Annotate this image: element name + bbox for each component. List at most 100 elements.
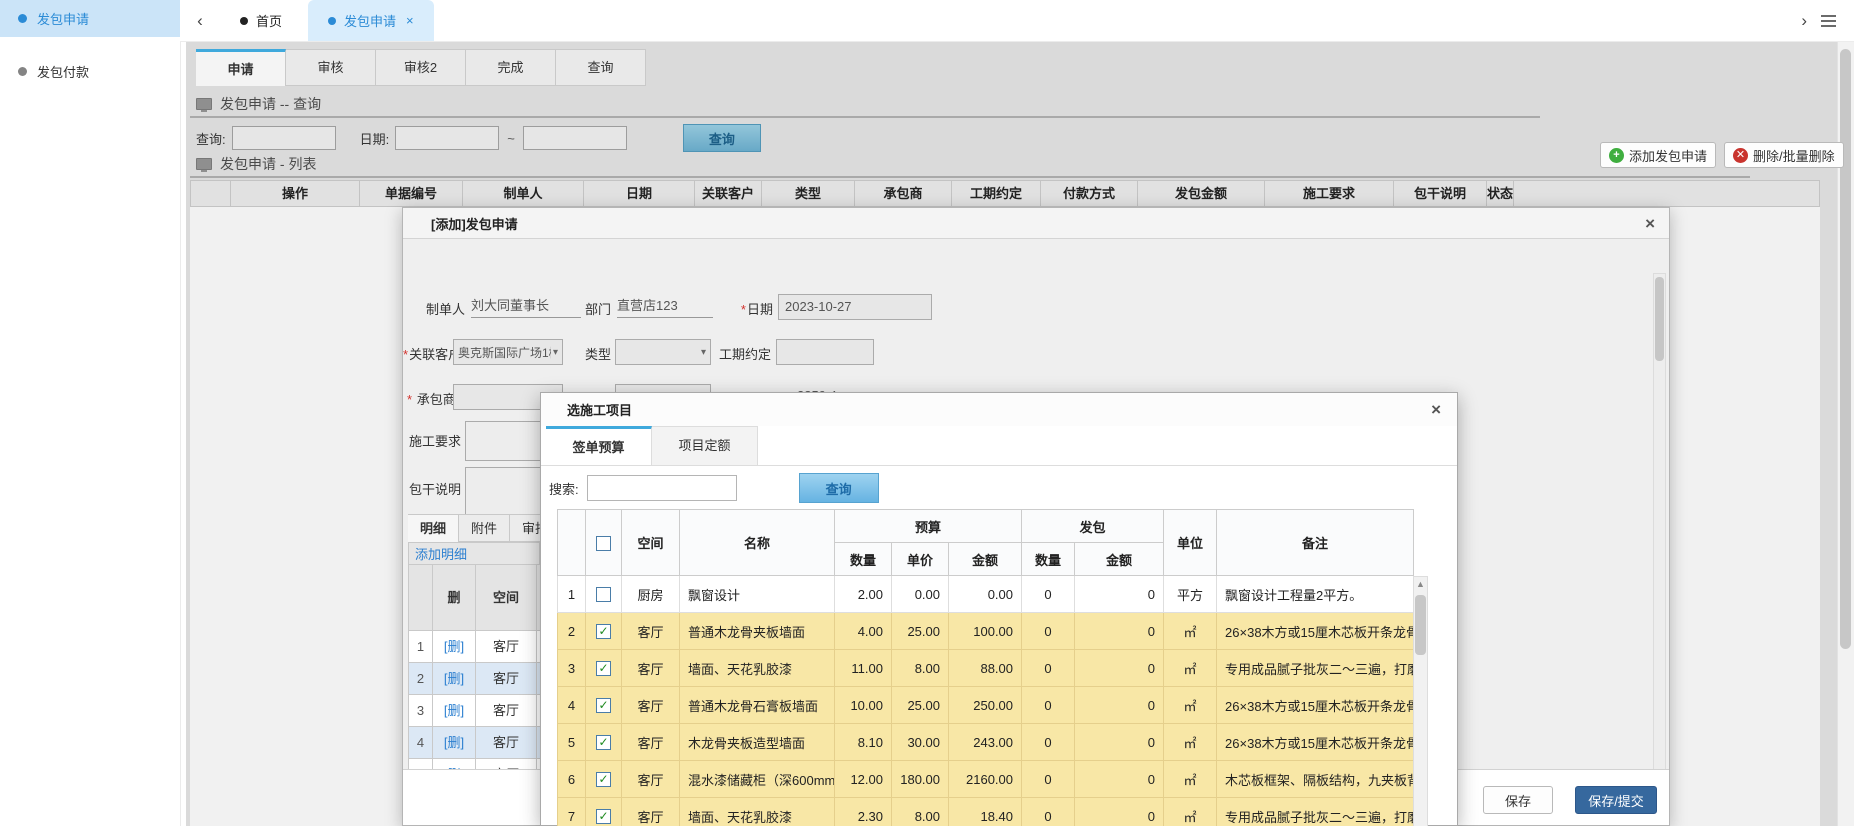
scroll-up-icon[interactable]: ▲ (1414, 579, 1427, 589)
modal-close-icon[interactable]: × (1645, 215, 1655, 232)
unit-column-header[interactable]: 单位 (1164, 510, 1217, 576)
project-row[interactable]: 7 客厅 墙面、天花乳胶漆 2.30 8.00 18.40 0 0 ㎡ 专用成品… (558, 798, 1414, 826)
project-row[interactable]: 6 客厅 混水漆储藏柜（深600mm 12.00 180.00 2160.00 … (558, 761, 1414, 798)
query-keyword-input[interactable] (232, 126, 336, 150)
contract-qty: 0 (1022, 761, 1075, 798)
column-header[interactable]: 操作 (230, 180, 360, 207)
column-header[interactable]: 制单人 (462, 180, 584, 207)
delete-row-link[interactable]: [删] (444, 671, 464, 686)
project-table-scrollbar-thumb[interactable] (1415, 595, 1426, 655)
project-row[interactable]: 5 客厅 木龙骨夹板造型墙面 8.10 30.00 243.00 0 0 ㎡ 2… (558, 724, 1414, 761)
delete-row-link[interactable]: [删] (444, 703, 464, 718)
remark-column-header[interactable]: 备注 (1217, 510, 1414, 576)
contract-amount-header[interactable]: 金额 (1075, 543, 1164, 576)
tab-scroll-right-button[interactable]: › (1801, 11, 1807, 31)
bullet-dot-icon (18, 67, 27, 76)
project-table-scrollbar[interactable]: ▲ (1413, 576, 1428, 826)
column-header[interactable]: 类型 (761, 180, 855, 207)
project-row[interactable]: 2 客厅 普通木龙骨夹板墙面 4.00 25.00 100.00 0 0 ㎡ 2… (558, 613, 1414, 650)
picker-close-icon[interactable]: × (1431, 401, 1441, 418)
type-select[interactable]: ▾ (615, 339, 711, 365)
duration-input[interactable] (776, 339, 874, 365)
column-header[interactable]: 包干说明 (1393, 180, 1487, 207)
sidebar-item[interactable]: 发包申请 (0, 0, 180, 37)
column-header[interactable]: 关联客户 (694, 180, 762, 207)
budget-qty-header[interactable]: 数量 (835, 543, 892, 576)
tab-dispatch-request[interactable]: 发包申请 × (308, 0, 434, 41)
workflow-tab[interactable]: 申请 (196, 49, 286, 86)
date-to-input[interactable] (523, 126, 627, 150)
column-header[interactable]: 承包商 (854, 180, 952, 207)
picker-search-input[interactable] (587, 475, 737, 501)
tab-close-icon[interactable]: × (406, 13, 414, 28)
space-column-header[interactable]: 空间 (622, 510, 680, 576)
project-space: 客厅 (622, 650, 680, 687)
project-row[interactable]: 4 客厅 普通木龙骨石膏板墙面 10.00 25.00 250.00 0 0 ㎡… (558, 687, 1414, 724)
row-checkbox[interactable] (596, 772, 611, 787)
detail-tab[interactable]: 附件 (459, 514, 510, 542)
type-label: 类型 (581, 344, 611, 363)
budget-group-header: 预算 (835, 510, 1022, 543)
modal-scrollbar-thumb[interactable] (1655, 277, 1664, 361)
picker-tab[interactable]: 签单预算 (546, 426, 652, 466)
column-header[interactable]: 付款方式 (1040, 180, 1138, 207)
detail-tab[interactable]: 明细 (408, 514, 459, 542)
contract-amount: 0 (1075, 724, 1164, 761)
query-search-button[interactable]: 查询 (683, 124, 761, 152)
picker-tab[interactable]: 项目定额 (652, 426, 758, 466)
workflow-tab[interactable]: 查询 (556, 49, 646, 86)
budget-amount: 88.00 (949, 650, 1022, 687)
workflow-tab[interactable]: 审核 (286, 49, 376, 86)
save-button[interactable]: 保存 (1483, 786, 1553, 814)
select-all-column[interactable] (190, 180, 231, 207)
column-header[interactable]: 日期 (583, 180, 695, 207)
column-header[interactable]: 发包金额 (1137, 180, 1265, 207)
list-section-title: 发包申请 - 列表 (196, 154, 316, 174)
sidebar-item[interactable]: 发包付款 (0, 53, 180, 90)
project-row[interactable]: 3 客厅 墙面、天花乳胶漆 11.00 8.00 88.00 0 0 ㎡ 专用成… (558, 650, 1414, 687)
add-dispatch-button[interactable]: + 添加发包申请 (1600, 142, 1716, 168)
row-checkbox[interactable] (596, 624, 611, 639)
budget-price-header[interactable]: 单价 (892, 543, 949, 576)
dispatch-table-header: 操作 单据编号 制单人 日期 关联客户 类型 承包商 工期约定 付款方式 发包金… (190, 180, 1820, 207)
row-checkbox[interactable] (596, 698, 611, 713)
budget-qty: 12.00 (835, 761, 892, 798)
select-all-checkbox[interactable] (596, 536, 611, 551)
row-checkbox[interactable] (596, 587, 611, 602)
delete-row-link[interactable]: [删] (444, 735, 464, 750)
contract-amount: 0 (1075, 687, 1164, 724)
picker-search-button[interactable]: 查询 (799, 473, 879, 503)
row-checkbox[interactable] (596, 735, 611, 750)
row-checkbox[interactable] (596, 809, 611, 824)
project-remark: 木芯板框架、隔板结构，九夹板背板，内 (1217, 761, 1414, 798)
modal-scrollbar[interactable]: ▼ (1653, 273, 1666, 797)
date-from-input[interactable] (395, 126, 499, 150)
name-column-header[interactable]: 名称 (680, 510, 835, 576)
budget-amount-header[interactable]: 金额 (949, 543, 1022, 576)
budget-amount: 250.00 (949, 687, 1022, 724)
save-submit-button[interactable]: 保存/提交 (1575, 786, 1657, 814)
column-header[interactable]: 状态 (1486, 180, 1514, 207)
contract-qty: 0 (1022, 576, 1075, 613)
page-scrollbar-thumb[interactable] (1840, 49, 1851, 649)
date-value-input[interactable]: 2023-10-27 (778, 294, 932, 320)
contract-amount: 0 (1075, 761, 1164, 798)
project-space: 客厅 (622, 761, 680, 798)
tab-menu-icon[interactable] (1821, 15, 1836, 27)
workflow-tab[interactable]: 完成 (466, 49, 556, 86)
tab-home[interactable]: 首页 (220, 0, 302, 41)
project-remark: 26×38木方或15厘木芯板开条龙骨，刷防 (1217, 613, 1414, 650)
budget-price: 25.00 (892, 613, 949, 650)
workflow-tab[interactable]: 审核2 (376, 49, 466, 86)
column-header[interactable]: 工期约定 (951, 180, 1041, 207)
delete-row-link[interactable]: [删] (444, 639, 464, 654)
column-header[interactable]: 施工要求 (1264, 180, 1394, 207)
project-row[interactable]: 1 厨房 飘窗设计 2.00 0.00 0.00 0 0 平方 飘窗设计工程量2… (558, 576, 1414, 613)
customer-select[interactable]: 奥克斯国际广场1栋5单 ▾ (453, 339, 563, 365)
column-header[interactable]: 单据编号 (359, 180, 463, 207)
batch-delete-button[interactable]: ✕ 删除/批量删除 (1724, 142, 1844, 168)
tab-scroll-left-button[interactable]: ‹ (180, 0, 220, 41)
row-checkbox[interactable] (596, 661, 611, 676)
add-detail-link[interactable]: 添加明细 (415, 544, 467, 563)
contract-qty-header[interactable]: 数量 (1022, 543, 1075, 576)
